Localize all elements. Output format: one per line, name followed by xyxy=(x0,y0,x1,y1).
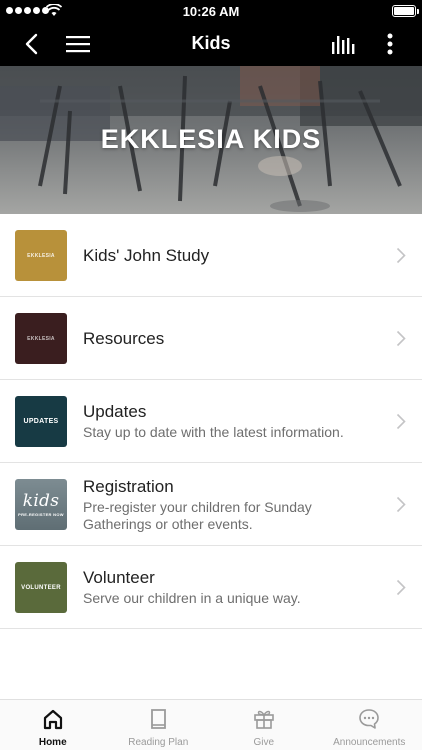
list-item-registration[interactable]: kids PRE-REGISTER NOW Registration Pre-r… xyxy=(0,463,422,546)
status-time: 10:26 AM xyxy=(182,4,240,19)
volunteer-thumbnail: VOLUNTEER xyxy=(15,562,67,613)
status-bar: 10:26 AM xyxy=(0,0,422,22)
thumbnail-label: VOLUNTEER xyxy=(21,584,61,591)
chat-bubble-icon xyxy=(359,709,380,729)
hero-banner: EKKLESIA KIDS xyxy=(0,66,422,214)
navigation-bar: Kids xyxy=(0,22,422,66)
hero-title: EKKLESIA KIDS xyxy=(100,124,322,154)
list-item-updates[interactable]: UPDATES Updates Stay up to date with the… xyxy=(0,380,422,463)
list-item-subtitle: Stay up to date with the latest informat… xyxy=(83,424,344,440)
battery-icon xyxy=(392,5,419,17)
chevron-right-icon xyxy=(396,413,406,430)
list-item-title: Volunteer xyxy=(83,568,155,587)
list-item-kids-john-study[interactable]: EKKLESIA Kids' John Study xyxy=(0,214,422,297)
thumbnail-logo: EKKLESIA xyxy=(27,252,55,259)
tab-label: Home xyxy=(38,737,67,748)
tab-reading-plan[interactable]: Reading Plan xyxy=(106,700,212,750)
chevron-right-icon xyxy=(396,247,406,264)
tab-announcements[interactable]: Announcements xyxy=(317,700,422,750)
tab-give[interactable]: Give xyxy=(211,700,317,750)
updates-thumbnail: UPDATES xyxy=(15,396,67,447)
list-item-title: Updates xyxy=(83,402,147,421)
chevron-right-icon xyxy=(396,496,406,513)
tab-label: Reading Plan xyxy=(128,737,189,748)
audio-bars-icon xyxy=(332,36,355,54)
list-item-volunteer[interactable]: VOLUNTEER Volunteer Serve our children i… xyxy=(0,546,422,629)
content-list: EKKLESIA Kids' John Study EKKLESIA Resou… xyxy=(0,214,422,629)
audio-button[interactable] xyxy=(326,22,362,66)
list-item-title: Resources xyxy=(83,329,165,348)
more-vertical-icon xyxy=(387,33,393,55)
thumbnail-script-label: kids xyxy=(22,490,60,511)
resources-thumbnail: EKKLESIA xyxy=(15,313,67,364)
kids-john-study-thumbnail: EKKLESIA xyxy=(15,230,67,281)
list-item-title: Registration xyxy=(83,477,174,496)
tab-label: Announcements xyxy=(333,737,406,748)
thumbnail-label: UPDATES xyxy=(23,418,59,425)
thumbnail-label: PRE-REGISTER NOW xyxy=(18,511,64,517)
chevron-right-icon xyxy=(396,579,406,596)
list-item-title: Kids' John Study xyxy=(83,246,210,265)
chevron-right-icon xyxy=(396,330,406,347)
list-item-resources[interactable]: EKKLESIA Resources xyxy=(0,297,422,380)
home-icon xyxy=(43,709,62,730)
tab-bar: Home Reading Plan Give Announcements xyxy=(0,699,422,750)
registration-thumbnail: kids PRE-REGISTER NOW xyxy=(15,479,67,530)
more-options-button[interactable] xyxy=(374,22,406,66)
list-item-subtitle: Serve our children in a unique way. xyxy=(83,590,301,606)
thumbnail-logo: EKKLESIA xyxy=(27,335,55,342)
list-item-subtitle: Pre-register your children for Sunday Ga… xyxy=(83,499,312,532)
gift-icon xyxy=(253,710,274,729)
book-icon xyxy=(151,709,167,729)
tab-home[interactable]: Home xyxy=(0,700,106,750)
tab-label: Give xyxy=(253,737,275,748)
